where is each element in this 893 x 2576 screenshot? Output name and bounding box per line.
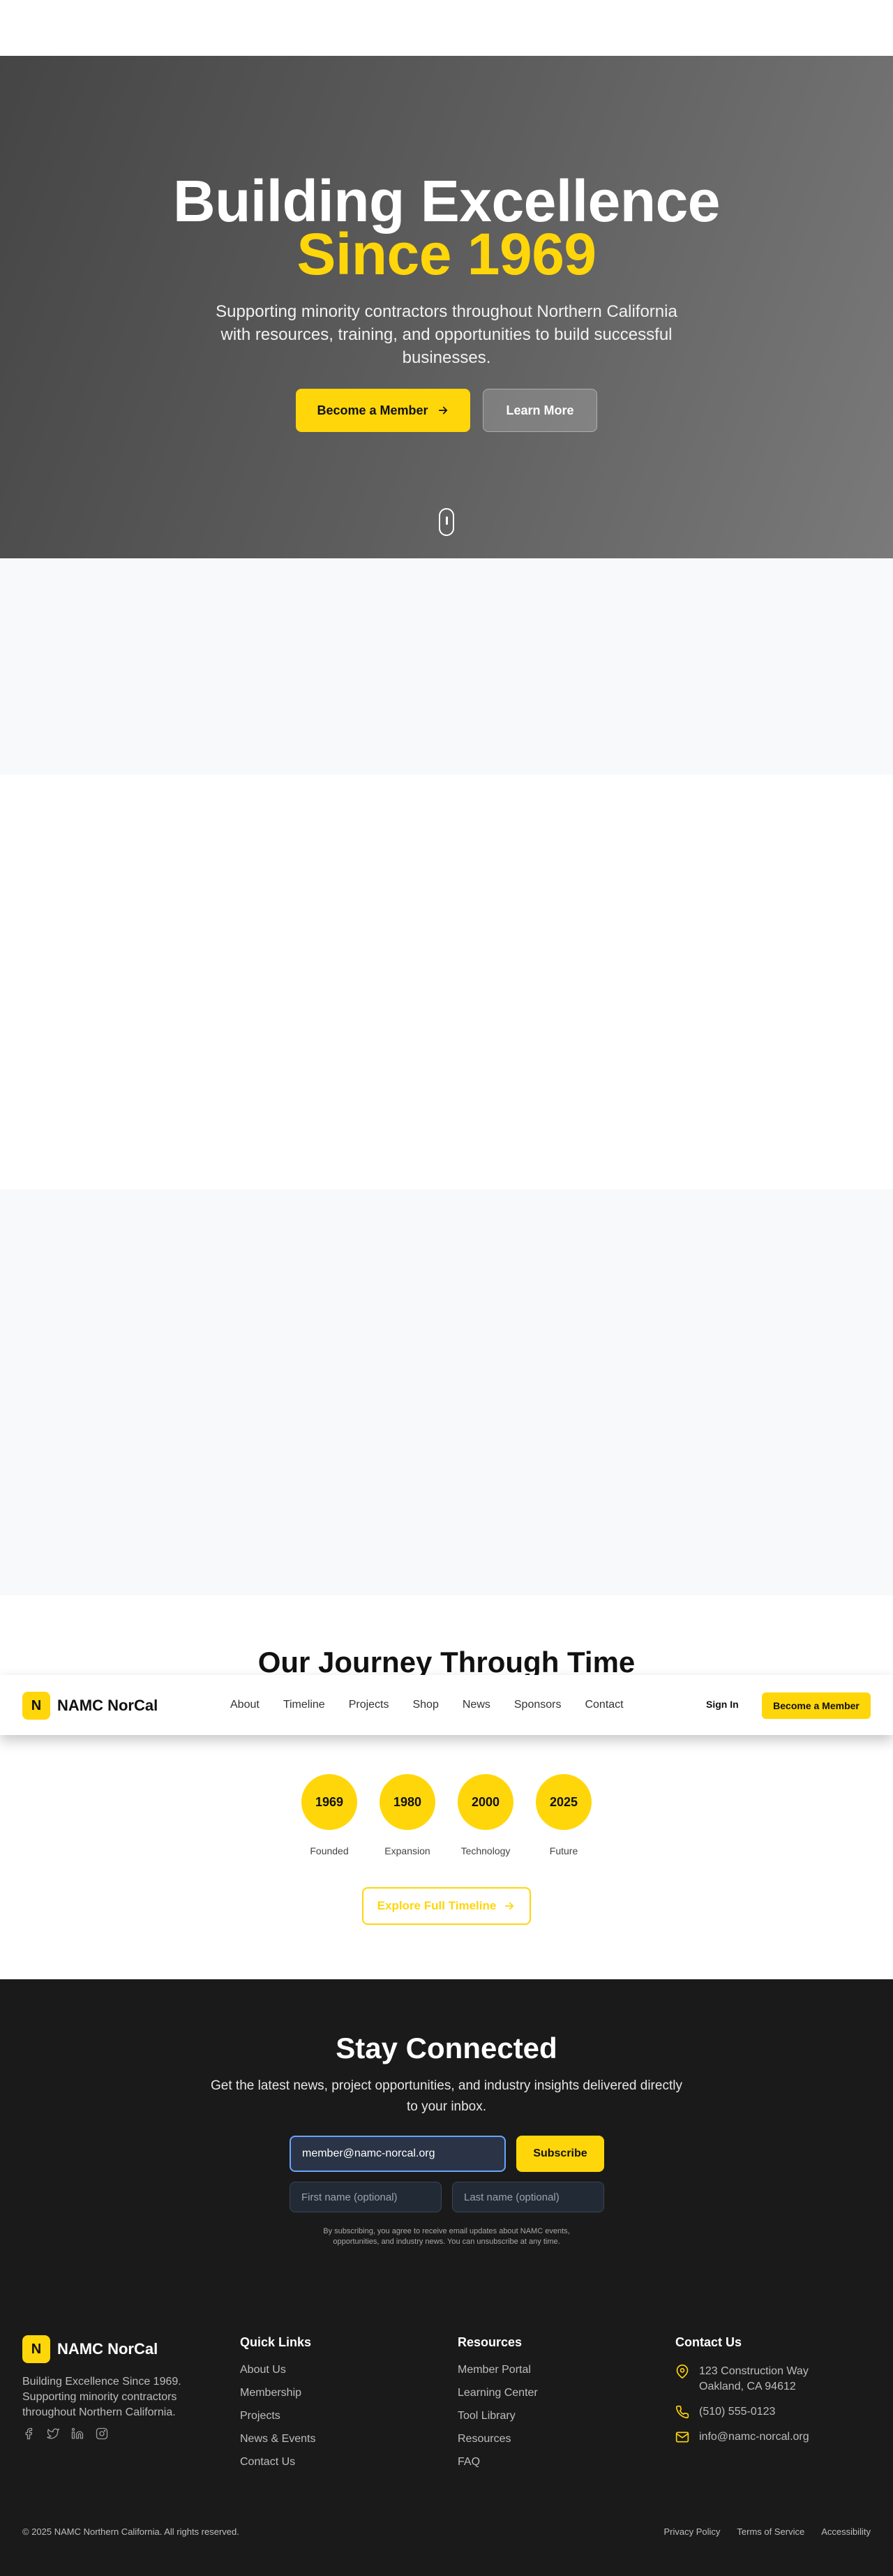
footer-link-membership[interactable]: Membership (240, 2387, 315, 2399)
timeline-year: 1969 (301, 1774, 357, 1830)
footer-description: Building Excellence Since 1969. Supporti… (22, 2376, 181, 2418)
site-footer: N NAMC NorCal Building Excellence Since … (0, 2302, 893, 2576)
footer-resources: Resources Member Portal Learning Center … (458, 2335, 538, 2479)
twitter-icon[interactable] (47, 2427, 59, 2440)
newsletter-title: Stay Connected (336, 2032, 557, 2064)
footer-logo-mark: N (22, 2335, 50, 2363)
resources-title: Resources (458, 2335, 523, 2349)
explore-timeline-label: Explore Full Timeline (377, 1899, 497, 1912)
sign-in-link[interactable]: Sign In (706, 1699, 739, 1710)
newsletter-section: Stay Connected Get the latest news, proj… (0, 1979, 893, 2302)
timeline-items: 1969 Founded 1980 Expansion 2000 Technol… (0, 1774, 893, 1856)
timeline-label: Expansion (384, 1845, 430, 1856)
arrow-right-icon (438, 406, 447, 415)
hero-section: Building Excellence Since 1969 Supportin… (0, 56, 893, 558)
newsletter-disclaimer: By subscribing, you agree to receive ema… (323, 2227, 570, 2246)
footer-contact: Contact Us 123 Construction Way Oakland,… (675, 2335, 809, 2455)
privacy-policy-link[interactable]: Privacy Policy (663, 2526, 720, 2537)
timeline-year: 2000 (458, 1774, 513, 1830)
phone-icon (675, 2405, 689, 2419)
instagram-icon[interactable] (96, 2427, 108, 2440)
nav-links: About Timeline Projects Shop News Sponso… (230, 1699, 624, 1711)
contact-email[interactable]: info@namc-norcal.org (675, 2429, 809, 2445)
subscribe-button[interactable]: Subscribe (516, 2136, 604, 2172)
timeline-label: Technology (460, 1845, 511, 1856)
contact-address: 123 Construction Way Oakland, CA 94612 (675, 2364, 809, 2395)
nav-link-projects[interactable]: Projects (349, 1699, 389, 1711)
timeline-item[interactable]: 1980 Expansion (380, 1774, 435, 1856)
footer-brand-column: N NAMC NorCal Building Excellence Since … (22, 2335, 190, 2440)
timeline-title: Our Journey Through Time (257, 1646, 636, 1678)
nav-link-timeline[interactable]: Timeline (283, 1699, 325, 1711)
logo-mark: N (22, 1692, 50, 1720)
timeline-item[interactable]: 2000 Technology (458, 1774, 513, 1856)
newsletter-email-row: Subscribe (290, 2136, 604, 2172)
quick-links-title: Quick Links (240, 2335, 312, 2349)
nav-link-news[interactable]: News (463, 1699, 490, 1711)
arrow-right-icon (505, 1902, 514, 1910)
brand-logo[interactable]: N NAMC NorCal (22, 1692, 158, 1720)
accessibility-link[interactable]: Accessibility (821, 2526, 871, 2537)
terms-of-service-link[interactable]: Terms of Service (737, 2526, 804, 2537)
footer-link-member-portal[interactable]: Member Portal (458, 2364, 538, 2376)
explore-timeline-button[interactable]: Explore Full Timeline (362, 1887, 531, 1925)
brand-name: NAMC NorCal (57, 1697, 158, 1714)
contact-phone[interactable]: (510) 555-0123 (675, 2404, 809, 2420)
legal-links: Privacy Policy Terms of Service Accessib… (663, 2526, 871, 2537)
footer-bottom-bar: © 2025 NAMC Northern California. All rig… (22, 2526, 871, 2537)
last-name-input[interactable] (452, 2182, 604, 2212)
timeline-year: 2025 (536, 1774, 592, 1830)
address-line1: 123 Construction Way (699, 2365, 809, 2377)
nav-link-sponsors[interactable]: Sponsors (514, 1699, 562, 1711)
phone-number: (510) 555-0123 (699, 2406, 776, 2418)
email-address: info@namc-norcal.org (699, 2431, 809, 2443)
become-member-button[interactable]: Become a Member (296, 389, 470, 432)
nav-link-contact[interactable]: Contact (585, 1699, 623, 1711)
timeline-item[interactable]: 1969 Founded (301, 1774, 357, 1856)
footer-brand-name: NAMC NorCal (57, 2340, 158, 2358)
hero-actions: Become a Member Learn More (0, 389, 893, 432)
main-navigation: N NAMC NorCal About Timeline Projects Sh… (0, 1675, 893, 1735)
footer-quick-links: Quick Links About Us Membership Projects… (240, 2335, 315, 2479)
content-section-1 (0, 558, 893, 775)
footer-link-resources[interactable]: Resources (458, 2433, 538, 2445)
newsletter-subtitle: Get the latest news, project opportuniti… (211, 2078, 682, 2114)
footer-link-news-events[interactable]: News & Events (240, 2433, 315, 2445)
first-name-input[interactable] (290, 2182, 442, 2212)
nav-link-about[interactable]: About (230, 1699, 260, 1711)
linkedin-icon[interactable] (71, 2427, 84, 2440)
scroll-indicator-icon[interactable] (439, 508, 454, 536)
nav-become-member-button[interactable]: Become a Member (762, 1692, 871, 1719)
footer-link-contact-us[interactable]: Contact Us (240, 2456, 315, 2469)
become-member-label: Become a Member (317, 403, 428, 417)
nav-link-shop[interactable]: Shop (412, 1699, 438, 1711)
footer-link-learning-center[interactable]: Learning Center (458, 2387, 538, 2399)
timeline-year: 1980 (380, 1774, 435, 1830)
email-input[interactable] (290, 2136, 506, 2172)
timeline-label: Founded (310, 1845, 349, 1856)
learn-more-button[interactable]: Learn More (483, 389, 597, 432)
hero-subtitle: Supporting minority contractors througho… (216, 302, 677, 367)
address-line2: Oakland, CA 94612 (699, 2381, 796, 2392)
footer-link-projects[interactable]: Projects (240, 2410, 315, 2422)
hero-title-line2: Since 1969 (297, 221, 596, 287)
footer-link-tool-library[interactable]: Tool Library (458, 2410, 538, 2422)
facebook-icon[interactable] (22, 2427, 35, 2440)
social-links (22, 2427, 190, 2440)
hero-title: Building Excellence Since 1969 (0, 172, 893, 287)
footer-link-faq[interactable]: FAQ (458, 2456, 538, 2469)
footer-logo[interactable]: N NAMC NorCal (22, 2335, 190, 2363)
map-pin-icon (676, 2365, 689, 2378)
timeline-section: Our Journey Through Time 1969 Founded 19… (0, 1595, 893, 1979)
footer-link-about-us[interactable]: About Us (240, 2364, 315, 2376)
content-section-3 (0, 1189, 893, 1595)
content-section-2 (0, 775, 893, 1189)
copyright: © 2025 NAMC Northern California. All rig… (22, 2526, 239, 2537)
mail-icon (675, 2432, 689, 2443)
timeline-item[interactable]: 2025 Future (536, 1774, 592, 1856)
contact-title: Contact Us (675, 2335, 742, 2349)
timeline-label: Future (549, 1845, 578, 1856)
newsletter-name-row (290, 2182, 604, 2212)
